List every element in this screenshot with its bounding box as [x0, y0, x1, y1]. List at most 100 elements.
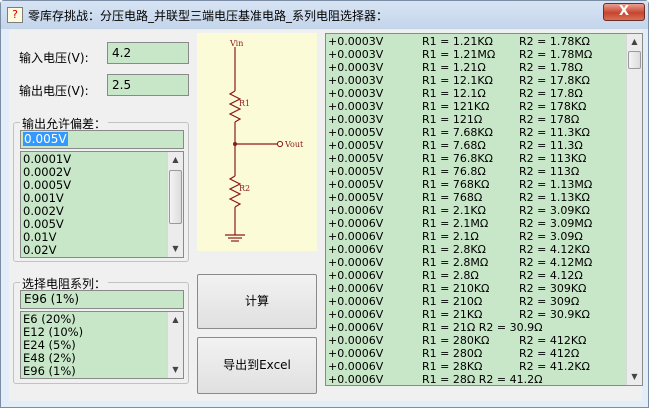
result-deviation: +0.0005V [328, 126, 384, 139]
tolerance-selected-field[interactable]: 0.005V [20, 130, 184, 149]
result-deviation: +0.0006V [328, 308, 384, 321]
result-row[interactable]: +0.0005V R1 = 76.8Ω R2 = 113Ω [326, 165, 626, 178]
scroll-up-icon[interactable]: ▲ [168, 312, 183, 328]
result-deviation: +0.0003V [328, 113, 384, 126]
result-row[interactable]: +0.0006V R1 = 2.8Ω R2 = 4.12Ω [326, 269, 626, 282]
result-deviation: +0.0006V [328, 334, 384, 347]
result-row[interactable]: +0.0006V R1 = 2.8MΩ R2 = 4.12MΩ [326, 256, 626, 269]
result-row[interactable]: +0.0006V R1 = 21KΩ R2 = 30.9KΩ [326, 308, 626, 321]
scroll-up-icon[interactable]: ▲ [627, 34, 642, 50]
result-row[interactable]: +0.0006V R1 = 2.1MΩ R2 = 3.09MΩ [326, 217, 626, 230]
result-r1: R1 = 280Ω [422, 347, 483, 360]
scroll-down-icon[interactable]: ▼ [168, 241, 183, 257]
result-r1: R1 = 76.8Ω [422, 165, 486, 178]
result-row[interactable]: +0.0006V R1 = 21Ω R2 = 30.9Ω [326, 321, 626, 334]
result-deviation: +0.0006V [328, 243, 384, 256]
result-r2: R2 = 412Ω [519, 347, 580, 360]
result-row[interactable]: +0.0005V R1 = 76.8KΩ R2 = 113KΩ [326, 152, 626, 165]
result-r2: R2 = 178KΩ [519, 100, 587, 113]
result-row[interactable]: +0.0005V R1 = 768KΩ R2 = 1.13MΩ [326, 178, 626, 191]
series-list[interactable]: E6 (20%) E12 (10%) E24 (5%) E48 (2%) E96 (1%… [20, 311, 184, 379]
result-deviation: +0.0006V [328, 373, 384, 386]
result-deviation: +0.0003V [328, 35, 384, 48]
result-row[interactable]: +0.0003V R1 = 1.21Ω R2 = 1.78Ω [326, 61, 626, 74]
result-row[interactable]: +0.0003V R1 = 121KΩ R2 = 178KΩ [326, 100, 626, 113]
result-r1: R1 = 28Ω R2 = 41.2Ω [422, 373, 543, 386]
result-row[interactable]: +0.0006V R1 = 2.8KΩ R2 = 4.12KΩ [326, 243, 626, 256]
vout-input[interactable]: 2.5 [107, 74, 189, 96]
scroll-thumb[interactable] [169, 170, 182, 224]
vin-label: 输入电压(V): [19, 51, 89, 65]
result-r2: R2 = 30.9KΩ [519, 308, 590, 321]
result-r2: R2 = 3.09KΩ [519, 204, 590, 217]
vin-input[interactable]: 4.2 [107, 42, 189, 64]
tolerance-selected-value: 0.005V [23, 132, 68, 146]
result-row[interactable]: +0.0005V R1 = 768Ω R2 = 1.13KΩ [326, 191, 626, 204]
result-deviation: +0.0005V [328, 178, 384, 191]
result-row[interactable]: +0.0006V R1 = 280Ω R2 = 412Ω [326, 347, 626, 360]
results-scrollbar[interactable]: ▲ ▼ [626, 34, 642, 385]
result-r1: R1 = 2.8MΩ [422, 256, 489, 269]
result-r2: R2 = 309Ω [519, 295, 580, 308]
calculate-button[interactable]: 计算 [197, 274, 317, 329]
result-row[interactable]: +0.0005V R1 = 7.68Ω R2 = 11.3Ω [326, 139, 626, 152]
result-r1: R1 = 12.1Ω [422, 87, 486, 100]
series-group: 选择电阻系列： E96 (1%) E6 (20%) E12 (10%) E24 (5… [13, 275, 189, 384]
result-deviation: +0.0003V [328, 74, 384, 87]
result-r1: R1 = 1.21KΩ [422, 35, 493, 48]
list-item[interactable]: E96 (1%) [21, 365, 183, 378]
result-deviation: +0.0006V [328, 217, 384, 230]
series-scrollbar[interactable]: ▲ ▼ [167, 312, 183, 378]
result-r2: R2 = 412KΩ [519, 334, 587, 347]
app-window: ? 零库存挑战：分压电路_并联型三端电压基准电路_系列电阻选择器： X 输入电压… [0, 0, 649, 408]
result-row[interactable]: +0.0003V R1 = 1.21MΩ R2 = 1.78MΩ [326, 48, 626, 61]
result-r1: R1 = 21Ω R2 = 30.9Ω [422, 321, 543, 334]
result-r1: R1 = 7.68Ω [422, 139, 486, 152]
scroll-down-icon[interactable]: ▼ [168, 362, 183, 378]
result-r2: R2 = 11.3Ω [519, 139, 583, 152]
result-row[interactable]: +0.0003V R1 = 1.21KΩ R2 = 1.78KΩ [326, 35, 626, 48]
circuit-diagram: Vin R1 R2 Vout [197, 33, 317, 251]
result-r2: R2 = 4.12Ω [519, 269, 583, 282]
result-row[interactable]: +0.0006V R1 = 2.1Ω R2 = 3.09Ω [326, 230, 626, 243]
result-row[interactable]: +0.0006V R1 = 28Ω R2 = 41.2Ω [326, 373, 626, 386]
result-row[interactable]: +0.0003V R1 = 12.1KΩ R2 = 17.8KΩ [326, 74, 626, 87]
result-r1: R1 = 2.1Ω [422, 230, 479, 243]
result-row[interactable]: +0.0006V R1 = 28KΩ R2 = 41.2KΩ [326, 360, 626, 373]
result-r1: R1 = 1.21MΩ [422, 48, 496, 61]
result-r1: R1 = 1.21Ω [422, 61, 486, 74]
result-row[interactable]: +0.0003V R1 = 121Ω R2 = 178Ω [326, 113, 626, 126]
close-button[interactable]: X [603, 3, 645, 21]
result-deviation: +0.0003V [328, 48, 384, 61]
tolerance-list[interactable]: 0.0001V 0.0002V 0.0005V 0.001V 0.002V 0.005V 0… [20, 151, 184, 258]
result-deviation: +0.0006V [328, 282, 384, 295]
result-r1: R1 = 76.8KΩ [422, 152, 493, 165]
result-deviation: +0.0006V [328, 269, 384, 282]
result-row[interactable]: +0.0006V R1 = 280KΩ R2 = 412KΩ [326, 334, 626, 347]
series-selected-field[interactable]: E96 (1%) [20, 290, 184, 309]
result-deviation: +0.0006V [328, 230, 384, 243]
results-list[interactable]: +0.0003V R1 = 1.21KΩ R2 = 1.78KΩ +0.0003V R1… [325, 33, 643, 386]
voltage-divider-schematic: Vin R1 R2 Vout [225, 39, 304, 242]
list-item[interactable]: 0.02V [21, 244, 183, 257]
result-r2: R2 = 1.13KΩ [519, 191, 590, 204]
result-r2: R2 = 17.8Ω [519, 87, 583, 100]
result-deviation: +0.0006V [328, 204, 384, 217]
result-row[interactable]: +0.0005V R1 = 7.68KΩ R2 = 11.3KΩ [326, 126, 626, 139]
result-r2: R2 = 1.78MΩ [519, 48, 593, 61]
title-bar[interactable]: ? 零库存挑战：分压电路_并联型三端电压基准电路_系列电阻选择器： X [1, 1, 648, 29]
result-r2: R2 = 41.2KΩ [519, 360, 590, 373]
result-deviation: +0.0006V [328, 256, 384, 269]
result-row[interactable]: +0.0003V R1 = 12.1Ω R2 = 17.8Ω [326, 87, 626, 100]
tolerance-scrollbar[interactable]: ▲ ▼ [167, 152, 183, 257]
result-row[interactable]: +0.0006V R1 = 2.1KΩ R2 = 3.09KΩ [326, 204, 626, 217]
scroll-down-icon[interactable]: ▼ [627, 369, 642, 385]
result-r1: R1 = 2.8Ω [422, 269, 479, 282]
result-row[interactable]: +0.0006V R1 = 210Ω R2 = 309Ω [326, 295, 626, 308]
result-r2: R2 = 113KΩ [519, 152, 587, 165]
result-row[interactable]: +0.0006V R1 = 210KΩ R2 = 309KΩ [326, 282, 626, 295]
result-r1: R1 = 12.1KΩ [422, 74, 493, 87]
scroll-up-icon[interactable]: ▲ [168, 152, 183, 168]
scroll-thumb[interactable] [628, 51, 641, 69]
export-excel-button[interactable]: 导出到Excel [197, 337, 317, 394]
